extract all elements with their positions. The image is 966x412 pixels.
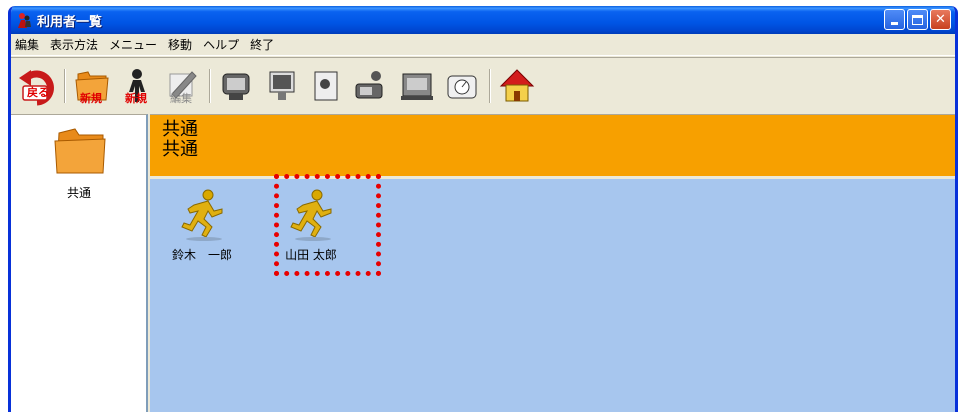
folder-label: 共通: [66, 186, 91, 200]
folder-pane: 共通: [11, 114, 148, 412]
toolbar-button-4[interactable]: [350, 64, 394, 108]
maximize-icon: [912, 14, 923, 25]
menu-menu[interactable]: メニュー: [109, 36, 157, 53]
document-person-icon: [314, 71, 338, 100]
home-icon: [499, 68, 535, 101]
minimize-button[interactable]: [884, 9, 905, 30]
user-item-suzuki[interactable]: 鈴木 一郎: [162, 187, 242, 263]
app-icon: [15, 11, 33, 29]
group-header: 共通 共通: [150, 114, 955, 176]
folder-icon: [54, 128, 106, 174]
selection-highlight: [274, 174, 381, 276]
close-icon: ✕: [935, 12, 946, 27]
menu-exit[interactable]: 終了: [250, 36, 274, 53]
monitor-icon: [269, 71, 295, 100]
menu-move[interactable]: 移動: [168, 36, 192, 53]
edit-button[interactable]: 編集: [160, 64, 204, 108]
menu-help[interactable]: ヘルプ: [203, 36, 239, 53]
toolbar: 戻る 新規 新規 編集: [11, 57, 955, 113]
minimize-icon: [891, 22, 898, 25]
menu-view[interactable]: 表示方法: [50, 36, 98, 53]
user-list-area: 鈴木 一郎 山田 太郎: [150, 179, 955, 412]
window-title: 利用者一覧: [37, 14, 103, 30]
folder-common[interactable]: 共通: [39, 125, 119, 201]
app-window: 利用者一覧 ✕ 編集 表示方法 メニュー 移動 ヘルプ 終了 戻る 新規 新規 …: [8, 6, 958, 412]
back-label: 戻る: [27, 85, 49, 99]
building-icon: [401, 73, 433, 100]
group-title: 共通: [162, 119, 198, 140]
toolbar-button-1[interactable]: [215, 64, 259, 108]
new-folder-label: 新規: [80, 91, 102, 105]
menu-edit[interactable]: 編集: [15, 36, 39, 53]
close-button[interactable]: ✕: [930, 9, 951, 30]
back-button[interactable]: 戻る: [15, 64, 59, 108]
menu-bar: 編集 表示方法 メニュー 移動 ヘルプ 終了: [11, 34, 955, 56]
new-folder-button[interactable]: 新規: [70, 64, 114, 108]
computer-person-icon: [222, 73, 250, 100]
toolbar-button-3[interactable]: [305, 64, 349, 108]
toolbar-separator: [489, 68, 491, 103]
title-bar[interactable]: 利用者一覧 ✕: [11, 6, 955, 34]
toolbar-button-6[interactable]: [440, 64, 484, 108]
toolbar-button-2[interactable]: [260, 64, 304, 108]
running-person-icon: [181, 189, 223, 241]
edit-label: 編集: [170, 91, 192, 105]
user-name: 鈴木 一郎: [171, 248, 232, 262]
maximize-button[interactable]: [907, 9, 928, 30]
group-subtitle: 共通: [162, 139, 198, 160]
scale-icon: [447, 75, 477, 98]
toolbar-separator: [209, 68, 211, 103]
new-user-label: 新規: [125, 91, 147, 105]
home-button[interactable]: [495, 64, 539, 108]
person-computer-icon: [355, 70, 383, 98]
toolbar-button-5[interactable]: [395, 64, 439, 108]
toolbar-separator: [64, 68, 66, 103]
new-user-button[interactable]: 新規: [115, 64, 159, 108]
